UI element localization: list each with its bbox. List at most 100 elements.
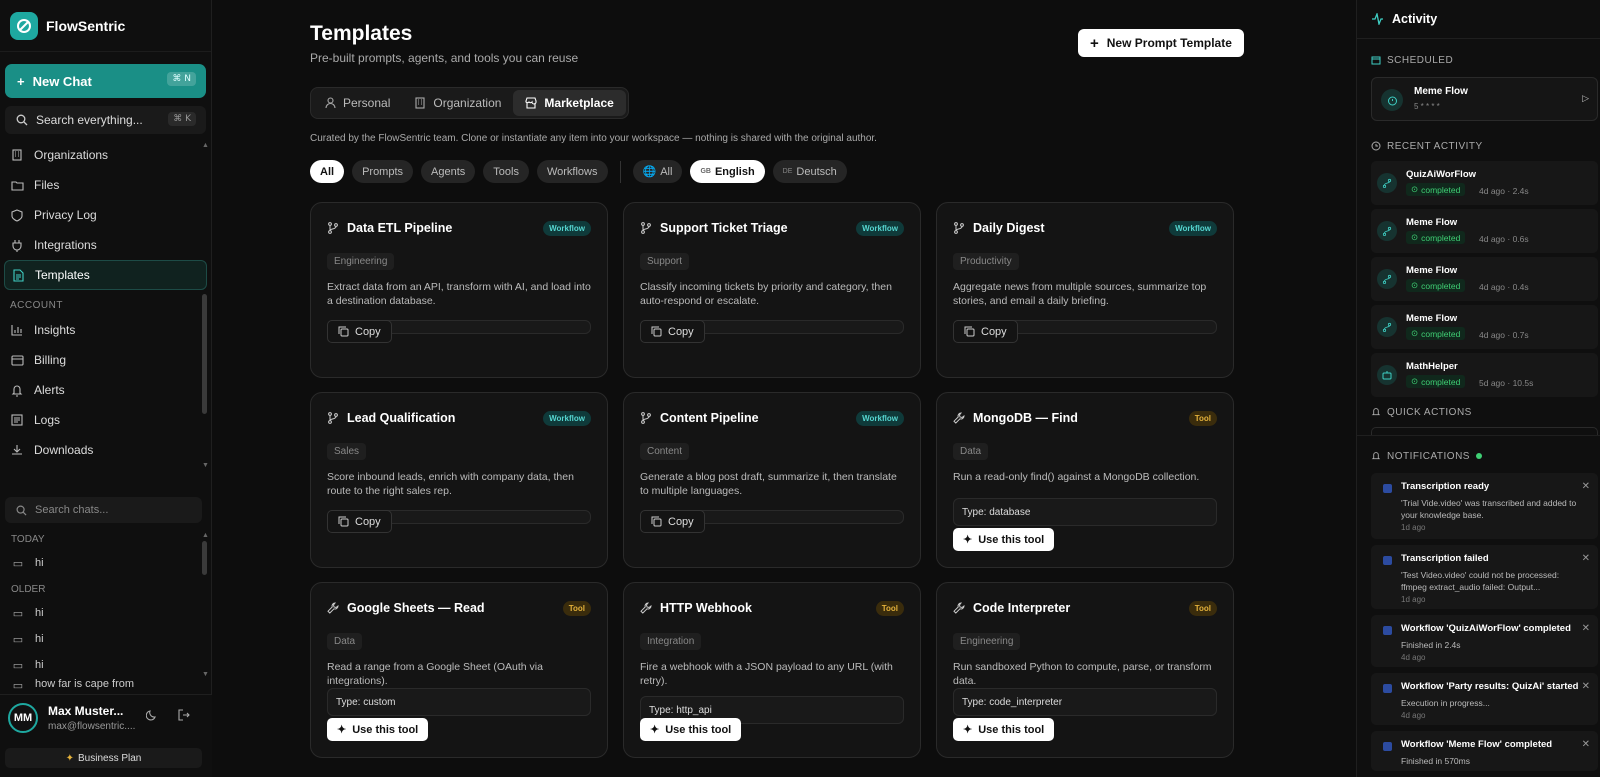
recent-activity-item[interactable]: QuizAiWorFlow ⊙ completed 4d ago · 2.4s	[1371, 161, 1598, 205]
notification-item[interactable]: Workflow 'QuizAiWorFlow' completed Finis…	[1371, 615, 1598, 667]
sidebar-item-label: Organizations	[34, 148, 109, 162]
template-card-data-etl-pipeline[interactable]: Data ETL Pipeline Workflow Engineering E…	[310, 202, 608, 378]
use-this-tool-button[interactable]: ✦ Use this tool	[327, 718, 429, 741]
sidebar-item-integrations[interactable]: Integrations	[4, 230, 207, 260]
copy-button[interactable]: Copy	[640, 510, 705, 533]
close-icon[interactable]: ✕	[1582, 553, 1590, 564]
chat-item[interactable]: ▭ hi	[0, 600, 212, 626]
user-email: max@flowsentric....	[48, 721, 136, 732]
sidebar-item-billing[interactable]: Billing	[4, 345, 207, 375]
brand-name: FlowSentric	[46, 17, 126, 34]
card-description: Read a range from a Google Sheet (OAuth …	[327, 661, 543, 687]
sidebar-item-alerts[interactable]: Alerts	[4, 375, 207, 405]
sidebar-item-organizations[interactable]: Organizations	[4, 140, 207, 170]
card-type-badge: Workflow	[1169, 220, 1217, 236]
moon-icon[interactable]	[146, 709, 158, 721]
tab-marketplace[interactable]: Marketplace	[513, 90, 626, 116]
notification-item[interactable]: Workflow 'Meme Flow' completed Finished …	[1371, 731, 1598, 771]
chat-title: hi	[35, 633, 44, 645]
search-icon	[14, 503, 28, 517]
copy-icon	[338, 326, 349, 337]
sidebar-item-templates[interactable]: Templates	[4, 260, 207, 290]
avatar[interactable]: MM	[8, 703, 38, 733]
notification-item[interactable]: Transcription ready 'Trial Vide.video' w…	[1371, 473, 1598, 539]
recent-activity-item[interactable]: Meme Flow ⊙ completed 4d ago · 0.4s	[1371, 257, 1598, 301]
globe-icon: 🌐	[642, 166, 657, 178]
card-header: Content Pipeline Workflow	[640, 393, 904, 443]
template-card-daily-digest[interactable]: Daily Digest Workflow Productivity Aggre…	[936, 202, 1234, 378]
card-category: Support	[640, 253, 690, 270]
card-title: Support Ticket Triage	[660, 221, 788, 235]
filter-type-all[interactable]: All	[310, 160, 345, 183]
sidebar-item-downloads[interactable]: Downloads	[4, 435, 207, 465]
close-icon[interactable]: ✕	[1582, 739, 1590, 750]
new-prompt-template-button[interactable]: + New Prompt Template	[1078, 29, 1244, 57]
template-card-content-pipeline[interactable]: Content Pipeline Workflow Content Genera…	[623, 392, 921, 568]
template-card-http-webhook[interactable]: HTTP Webhook Tool Integration Fire a web…	[623, 582, 921, 758]
recent-activity-item[interactable]: Meme Flow ⊙ completed 4d ago · 0.6s	[1371, 209, 1598, 253]
play-icon[interactable]: ▷	[1582, 93, 1589, 104]
notification-icon	[1383, 484, 1392, 493]
copy-button[interactable]: Copy	[953, 320, 1018, 343]
sidebar-item-insights[interactable]: Insights	[4, 315, 207, 345]
filter-type-tools[interactable]: Tools	[483, 160, 529, 183]
close-icon[interactable]: ✕	[1582, 481, 1590, 492]
logout-icon[interactable]	[178, 709, 190, 721]
chat-search-placeholder: Search chats...	[35, 504, 109, 516]
scroll-thumb[interactable]	[202, 541, 207, 575]
recent-activity-item[interactable]: MathHelper ⊙ completed 5d ago · 10.5s	[1371, 353, 1598, 397]
scroll-thumb[interactable]	[202, 294, 207, 414]
chat-item[interactable]: ▭ hi	[0, 652, 212, 678]
template-card-google-sheets-read[interactable]: Google Sheets — Read Tool Data Read a ra…	[310, 582, 608, 758]
filter-type-agents[interactable]: Agents	[421, 160, 476, 183]
sidebar-nav-scrollbar[interactable]: ▲ ▼	[202, 142, 209, 472]
template-card-support-ticket-triage[interactable]: Support Ticket Triage Workflow Support C…	[623, 202, 921, 378]
use-this-tool-button[interactable]: ✦ Use this tool	[953, 528, 1055, 551]
search-everything-button[interactable]: Search everything... ⌘ K	[5, 106, 206, 134]
close-icon[interactable]: ✕	[1582, 681, 1590, 692]
check-circle-icon: ⊙	[1411, 232, 1419, 242]
chat-item[interactable]: ▭ hi	[0, 626, 212, 652]
chat-search-input[interactable]: Search chats...	[5, 497, 202, 523]
chat-list-scrollbar[interactable]: ▲ ▼	[202, 532, 209, 682]
use-this-tool-button[interactable]: ✦ Use this tool	[953, 718, 1055, 741]
recent-activity-item[interactable]: Meme Flow ⊙ completed 4d ago · 0.7s	[1371, 305, 1598, 349]
scroll-down-icon[interactable]: ▼	[202, 671, 209, 678]
card-category: Integration	[640, 633, 702, 650]
filter-type-prompts[interactable]: Prompts	[352, 160, 414, 183]
chat-item[interactable]: ▭ hi	[0, 550, 212, 576]
filter-lang-english[interactable]: GB English	[690, 160, 765, 183]
plan-badge[interactable]: ✦ Business Plan	[5, 748, 202, 768]
sidebar-item-files[interactable]: Files	[4, 170, 207, 200]
card-type-field: Type: code_interpreter	[953, 688, 1217, 716]
copy-button[interactable]: Copy	[327, 320, 392, 343]
brand[interactable]: FlowSentric	[0, 0, 211, 52]
chat-title: hi	[35, 659, 44, 671]
new-chat-button[interactable]: + New Chat ⌘ N	[5, 64, 206, 98]
copy-button[interactable]: Copy	[640, 320, 705, 343]
sidebar-item-privacy-log[interactable]: Privacy Log	[4, 200, 207, 230]
notification-item[interactable]: Workflow 'Party results: QuizAi' started…	[1371, 673, 1598, 725]
filter-type-workflows[interactable]: Workflows	[536, 160, 608, 183]
flowsentric-logo-icon	[10, 11, 38, 40]
tab-personal[interactable]: Personal	[313, 90, 402, 116]
quick-actions-section-title[interactable]: QUICK ACTIONS	[1357, 401, 1600, 423]
template-card-mongodb-find[interactable]: MongoDB — Find Tool Data Run a read-only…	[936, 392, 1234, 568]
notification-item[interactable]: Transcription failed 'Test Video.video' …	[1371, 545, 1598, 609]
scroll-up-icon[interactable]: ▲	[202, 532, 209, 539]
user-icon	[325, 97, 336, 109]
copy-button[interactable]: Copy	[327, 510, 392, 533]
scheduled-item[interactable]: Meme Flow 5 * * * * ▷	[1371, 77, 1598, 121]
template-card-code-interpreter[interactable]: Code Interpreter Tool Engineering Run sa…	[936, 582, 1234, 758]
filter-lang-all[interactable]: 🌐 All	[632, 160, 683, 183]
template-card-lead-qualification[interactable]: Lead Qualification Workflow Sales Score …	[310, 392, 608, 568]
scroll-down-icon[interactable]: ▼	[202, 462, 209, 469]
sidebar-item-logs[interactable]: Logs	[4, 405, 207, 435]
chat-item[interactable]: ▭ how far is cape from	[0, 678, 212, 692]
chip-label: Deutsch	[796, 165, 837, 178]
scroll-up-icon[interactable]: ▲	[202, 142, 209, 149]
tab-organization[interactable]: Organization	[402, 90, 513, 116]
filter-lang-deutsch[interactable]: DE Deutsch	[772, 160, 847, 183]
use-this-tool-button[interactable]: ✦ Use this tool	[640, 718, 742, 741]
close-icon[interactable]: ✕	[1582, 623, 1590, 634]
